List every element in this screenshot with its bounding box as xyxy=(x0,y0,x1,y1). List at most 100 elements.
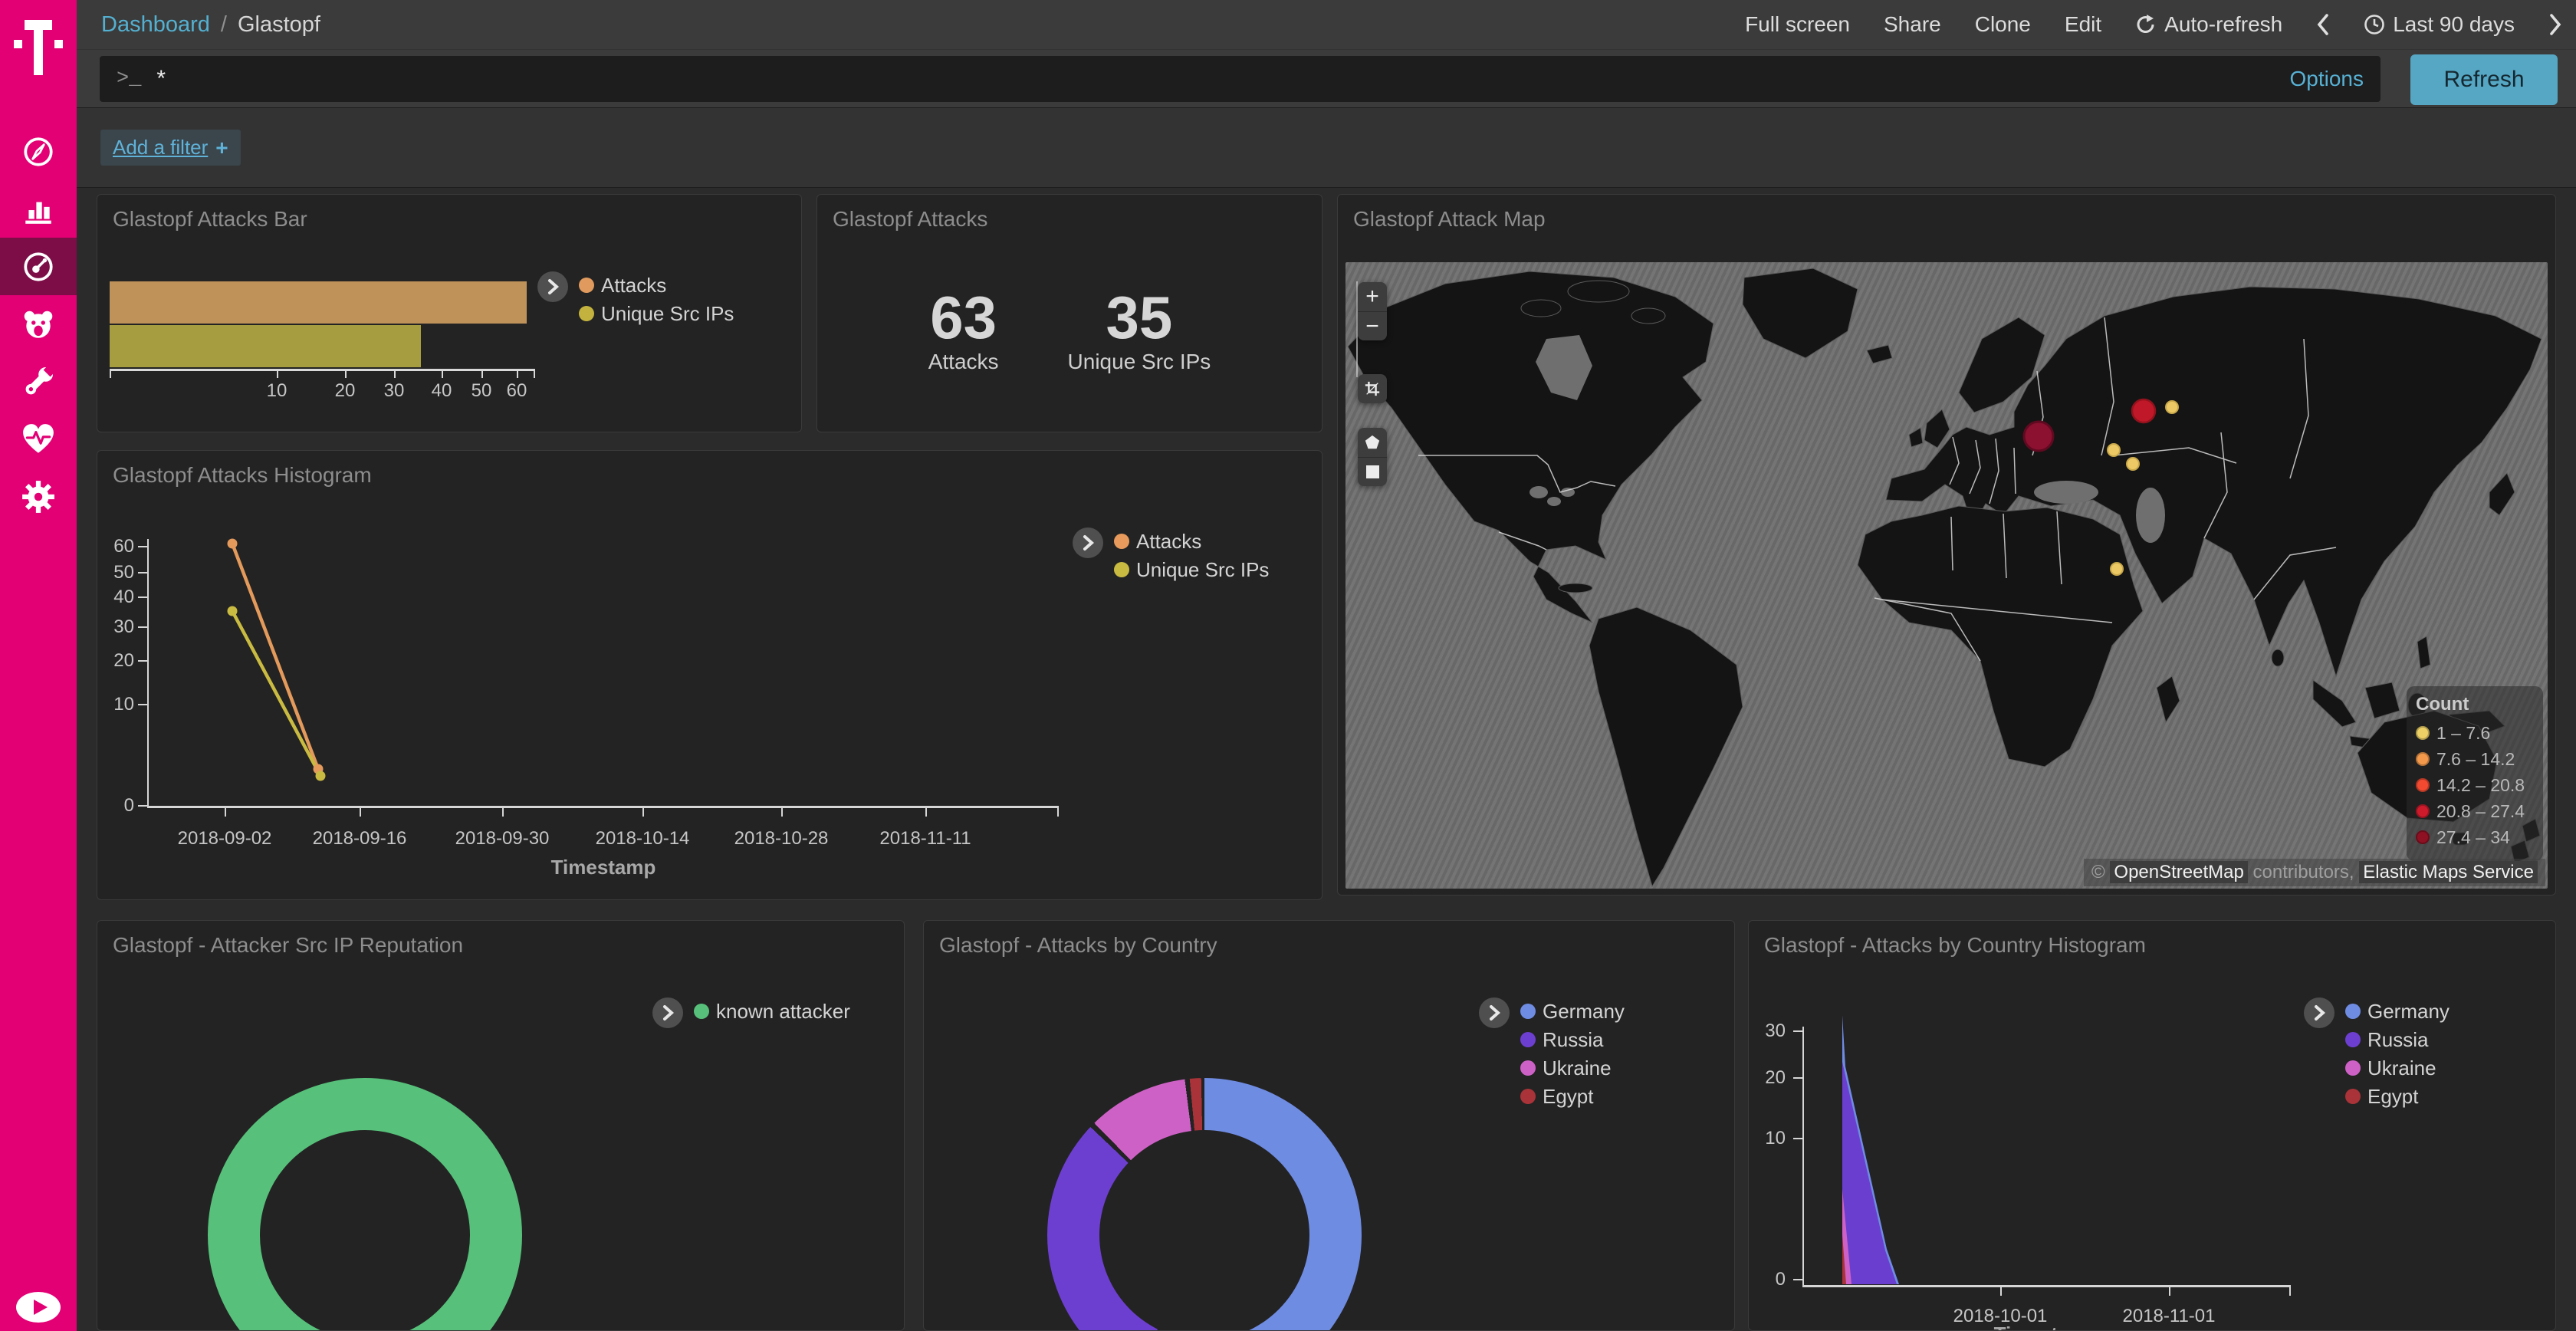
metric-label: Unique Src IPs xyxy=(1068,350,1211,374)
map-point-small[interactable] xyxy=(2127,458,2139,470)
sidebar-collapse-button[interactable] xyxy=(15,1291,61,1323)
app-sidebar xyxy=(0,0,77,1331)
time-forward-chevron-icon[interactable] xyxy=(2548,13,2562,36)
breadcrumb: Dashboard / Glastopf xyxy=(101,12,320,38)
panel-attack-map: Glastopf Attack Map xyxy=(1337,194,2556,896)
legend-bucket: 1 – 7.6 xyxy=(2416,720,2534,746)
full-screen-button[interactable]: Full screen xyxy=(1745,12,1850,37)
legend-bucket: 20.8 – 27.4 xyxy=(2416,798,2534,824)
legend-item-egypt[interactable]: Egypt xyxy=(1520,1086,1625,1107)
telekom-t-logo[interactable] xyxy=(14,20,63,75)
sidebar-item-bear[interactable] xyxy=(0,295,77,353)
gear-icon xyxy=(21,479,56,514)
legend-title: Count xyxy=(2416,694,2534,715)
panel-title: Glastopf - Attacker Src IP Reputation xyxy=(97,921,904,970)
legend-dot xyxy=(1520,1060,1536,1076)
legend-bucket: 7.6 – 14.2 xyxy=(2416,746,2534,772)
chart-legend: Germany Russia Ukraine Egypt xyxy=(1479,997,1625,1107)
sidebar-item-dashboard[interactable] xyxy=(0,238,77,295)
zoom-in-button[interactable]: + xyxy=(1358,282,1387,311)
world-map[interactable]: + − xyxy=(1346,262,2548,889)
panel-title: Glastopf Attacks xyxy=(817,195,1322,244)
map-point-small[interactable] xyxy=(2108,444,2120,456)
clone-button[interactable]: Clone xyxy=(1975,12,2031,37)
legend-expand-button[interactable] xyxy=(2304,997,2334,1028)
panel-attacks-metric: Glastopf Attacks 63 Attacks 35 Unique Sr… xyxy=(816,194,1322,432)
share-button[interactable]: Share xyxy=(1884,12,1941,37)
sidebar-item-visualize[interactable] xyxy=(0,180,77,238)
sidebar-item-management[interactable] xyxy=(0,468,77,525)
legend-expand-button[interactable] xyxy=(1073,527,1103,558)
legend-expand-button[interactable] xyxy=(652,997,683,1028)
legend-item-russia[interactable]: Russia xyxy=(2345,1029,2450,1050)
legend-expand-button[interactable] xyxy=(1479,997,1510,1028)
legend-item-egypt[interactable]: Egypt xyxy=(2345,1086,2450,1107)
legend-item-attacks[interactable]: Attacks xyxy=(1114,531,1269,552)
sidebar-item-devtools[interactable] xyxy=(0,353,77,410)
chevron-right-icon xyxy=(660,1004,675,1022)
x-tick-label: 40 xyxy=(432,380,452,402)
heartbeat-icon xyxy=(21,422,56,457)
breadcrumb-dashboard-link[interactable]: Dashboard xyxy=(101,12,210,38)
sidebar-item-discover[interactable] xyxy=(0,123,77,180)
world-map-canvas xyxy=(1346,262,2548,889)
openstreetmap-link[interactable]: OpenStreetMap xyxy=(2110,861,2247,883)
elastic-maps-service-link[interactable]: Elastic Maps Service xyxy=(2359,861,2538,883)
map-point-egypt[interactable] xyxy=(2111,563,2123,575)
legend-item-known-attacker[interactable]: known attacker xyxy=(694,1001,850,1022)
pentagon-icon xyxy=(1364,434,1381,451)
legend-dot xyxy=(1114,562,1129,577)
legend-item-germany[interactable]: Germany xyxy=(2345,1001,2450,1022)
add-filter-button[interactable]: Add a filter + xyxy=(100,130,241,166)
query-options-link[interactable]: Options xyxy=(2290,67,2364,91)
edit-button[interactable]: Edit xyxy=(2065,12,2101,37)
country-histogram-canvas[interactable] xyxy=(1749,921,2556,1331)
refresh-button[interactable]: Refresh xyxy=(2410,54,2558,105)
legend-dot xyxy=(1114,534,1129,549)
time-range-picker[interactable]: Last 90 days xyxy=(2364,12,2515,37)
draw-polygon-button[interactable] xyxy=(1358,428,1387,457)
chart-legend: known attacker xyxy=(652,997,850,1028)
legend-dot xyxy=(1520,1004,1536,1019)
panel-attacks-by-country-histogram: Glastopf - Attacks by Country Histogram … xyxy=(1748,920,2556,1331)
chevron-right-icon xyxy=(1080,534,1096,552)
map-point-russia[interactable] xyxy=(2132,399,2155,422)
legend-expand-button[interactable] xyxy=(537,271,568,302)
map-point-germany[interactable] xyxy=(2024,422,2053,451)
metric-value: 35 xyxy=(1068,287,1211,350)
bear-icon xyxy=(21,307,56,342)
reputation-donut[interactable] xyxy=(208,1078,522,1331)
bar-attacks[interactable] xyxy=(110,281,527,324)
query-text[interactable]: * xyxy=(156,66,2274,92)
chart-legend: Germany Russia Ukraine Egypt xyxy=(2304,997,2450,1107)
auto-refresh-button[interactable]: Auto-refresh xyxy=(2135,12,2282,37)
legend-item-ukraine[interactable]: Ukraine xyxy=(1520,1057,1625,1079)
panel-src-ip-reputation: Glastopf - Attacker Src IP Reputation kn… xyxy=(97,920,905,1331)
search-query-input[interactable]: >_ * Options xyxy=(100,56,2380,102)
dashboard-gauge-icon xyxy=(21,249,56,284)
legend-item-ukraine[interactable]: Ukraine xyxy=(2345,1057,2450,1079)
bar-unique-src-ips[interactable] xyxy=(110,325,421,367)
legend-item-russia[interactable]: Russia xyxy=(1520,1029,1625,1050)
chart-legend: Attacks Unique Src IPs xyxy=(1073,527,1269,580)
bar-chart-icon xyxy=(21,192,56,227)
legend-item-attacks[interactable]: Attacks xyxy=(579,274,734,296)
legend-dot xyxy=(2416,830,2430,844)
legend-item-unique-src-ips[interactable]: Unique Src IPs xyxy=(579,303,734,324)
sidebar-item-monitoring[interactable] xyxy=(0,410,77,468)
x-tick-label: 20 xyxy=(335,380,356,402)
draw-rectangle-button[interactable] xyxy=(1358,457,1387,486)
legend-item-germany[interactable]: Germany xyxy=(1520,1001,1625,1022)
legend-dot xyxy=(2345,1032,2361,1047)
legend-dot xyxy=(2416,778,2430,792)
crop-icon[interactable] xyxy=(1358,374,1387,403)
panel-attacks-histogram: Glastopf Attacks Histogram 60 50 40 30 2… xyxy=(97,450,1322,900)
attacks-histogram-canvas[interactable] xyxy=(97,451,1322,900)
map-attribution: © OpenStreetMap contributors, Elastic Ma… xyxy=(2084,859,2545,886)
legend-item-unique-src-ips[interactable]: Unique Src IPs xyxy=(1114,559,1269,580)
country-donut[interactable] xyxy=(1047,1078,1362,1331)
time-back-chevron-icon[interactable] xyxy=(2316,13,2330,36)
square-icon xyxy=(1366,465,1379,478)
zoom-out-button[interactable]: − xyxy=(1358,311,1387,340)
map-point-small[interactable] xyxy=(2166,401,2178,413)
